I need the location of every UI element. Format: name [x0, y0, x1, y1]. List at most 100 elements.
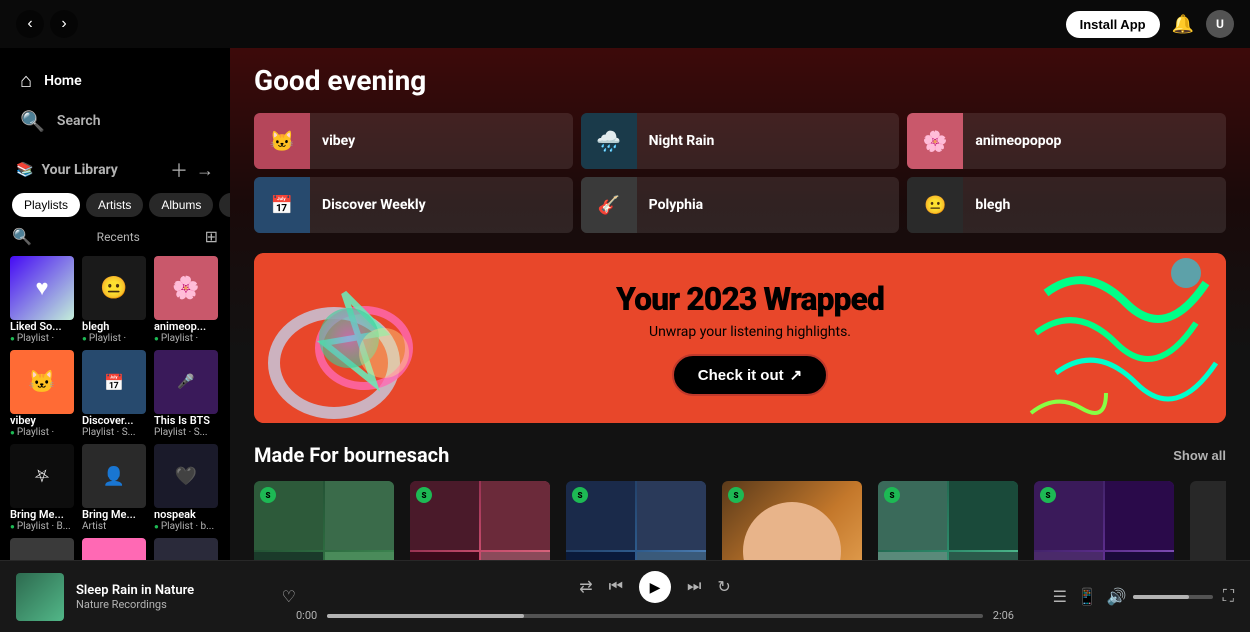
main-layout: ⌂ Home 🔍 Search 📚 Your Library ＋ → Playl…: [0, 48, 1250, 560]
bringme1-name: Bring Me...: [10, 508, 76, 521]
filter-artists[interactable]: Artists: [86, 193, 143, 217]
main-content: Good evening 🐱 vibey 🌧️ Night Rain 🌸 ani…: [230, 48, 1250, 560]
library-item-blegh[interactable]: 😐 blegh ●Playlist ·: [82, 256, 148, 344]
bell-icon[interactable]: 🔔: [1172, 14, 1194, 35]
nospeak-name: nospeak: [154, 508, 220, 521]
mix-card-1[interactable]: S Daily Mix 1 Daily Mix 1 Chaos, Atlanti…: [254, 481, 394, 560]
sidebar-item-search[interactable]: 🔍 Search: [16, 101, 214, 141]
quick-link-nightrain[interactable]: 🌧️ Night Rain: [581, 113, 900, 169]
spotify-badge-4: S: [728, 487, 744, 503]
library-expand-button[interactable]: →: [196, 157, 214, 183]
library-header: 📚 Your Library ＋ →: [0, 149, 230, 187]
bringme2-name: Bring Me...: [82, 508, 148, 521]
library-search-icon[interactable]: 🔍: [12, 227, 32, 246]
liked-songs-name: Liked So...: [10, 320, 76, 333]
library-item-bringme2[interactable]: 👤 Bring Me... Artist: [82, 444, 148, 532]
bts-sub: Playlist · S...: [154, 427, 220, 438]
quick-link-polyphia[interactable]: 🎸 Polyphia: [581, 177, 900, 233]
top-bar-left: ‹ ›: [16, 10, 78, 38]
next-button[interactable]: ⏭: [687, 578, 701, 596]
vibey-thumb: 🐱: [10, 350, 74, 414]
avatar[interactable]: U: [1206, 10, 1234, 38]
bringme2-thumb: 👤: [82, 444, 146, 508]
anime-thumb: 🌸: [154, 256, 218, 320]
library-label: Your Library: [41, 162, 117, 178]
mix-card-4[interactable]: S Daily Mix 4 Daily Mix 4 Bilal, Polyphi…: [722, 481, 862, 560]
volume-icon[interactable]: 🔊: [1107, 587, 1127, 607]
player-bar: Sleep Rain in Nature Nature Recordings ♡…: [0, 560, 1250, 632]
v-thumb: 👤: [154, 538, 218, 560]
install-app-button[interactable]: Install App: [1066, 11, 1160, 38]
sidebar-search-label: Search: [57, 113, 101, 129]
quick-link-blegh[interactable]: 😐 blegh: [907, 177, 1226, 233]
show-all-button[interactable]: Show all: [1173, 448, 1226, 463]
wrapped-art-left: [254, 253, 474, 423]
volume-track[interactable]: [1133, 595, 1213, 599]
nav-forward-button[interactable]: ›: [50, 10, 78, 38]
library-add-button[interactable]: ＋: [170, 157, 188, 183]
sidebar-nav: ⌂ Home 🔍 Search: [0, 48, 230, 149]
spotify-badge-2: S: [416, 487, 432, 503]
library-item-gemini[interactable]: ♊ GEMINI: [82, 538, 148, 560]
play-pause-button[interactable]: ▶: [639, 571, 671, 603]
library-item-vibey[interactable]: 🐱 vibey ●Playlist ·: [10, 350, 76, 438]
prev-button[interactable]: ⏮: [609, 578, 623, 596]
mix-card-radar[interactable]: ReleaseRadar Release Radar Catch all the…: [1190, 481, 1226, 560]
nav-back-button[interactable]: ‹: [16, 10, 44, 38]
filter-playlists[interactable]: Playlists: [12, 193, 80, 217]
liked-songs-thumb: ♥: [10, 256, 74, 320]
gemini-thumb: ♊: [82, 538, 146, 560]
quick-link-anime[interactable]: 🌸 animeopopop: [907, 113, 1226, 169]
quick-link-discover[interactable]: 📅 Discover Weekly: [254, 177, 573, 233]
external-link-icon: ↗: [790, 366, 803, 384]
search-icon: 🔍: [20, 109, 45, 133]
library-item-liked[interactable]: ♥ Liked So... ●Playlist ·: [10, 256, 76, 344]
quick-link-vibey[interactable]: 🐱 vibey: [254, 113, 573, 169]
like-track-button[interactable]: ♡: [282, 587, 296, 607]
filter-chips: Playlists Artists Albums Pod... ›: [0, 187, 230, 223]
wrapped-banner[interactable]: Your 2023 Wrapped Unwrap your listening …: [254, 253, 1226, 423]
progress-bar: 0:00 2:06: [296, 609, 1014, 622]
track-artist: Nature Recordings: [76, 598, 270, 611]
sidebar-item-home[interactable]: ⌂ Home: [16, 60, 214, 101]
shuffle-button[interactable]: ⇄: [579, 577, 592, 597]
anime-quick-thumb: 🌸: [907, 113, 963, 169]
progress-track[interactable]: [327, 614, 983, 618]
library-actions: ＋ →: [170, 157, 214, 183]
repeat-button[interactable]: ↻: [717, 577, 730, 597]
library-item-bringme1[interactable]: ⛧ Bring Me... ●Playlist · B...: [10, 444, 76, 532]
library-item-bts[interactable]: 🎤 This Is BTS Playlist · S...: [154, 350, 220, 438]
library-item-nothing[interactable]: 🎸 Nothing: [10, 538, 76, 560]
library-item-anime[interactable]: 🌸 animeop... ●Playlist ·: [154, 256, 220, 344]
mix-card-2[interactable]: S Daily Mix 2 Daily Mix 2 Bring Me The H…: [410, 481, 550, 560]
filter-podcasts[interactable]: Pod...: [219, 193, 230, 217]
your-library-title[interactable]: 📚 Your Library: [16, 162, 118, 178]
spotify-badge-3: S: [572, 487, 588, 503]
fullscreen-button[interactable]: ⛶: [1223, 588, 1234, 606]
queue-button[interactable]: ☰: [1053, 587, 1067, 607]
wrapped-center: Your 2023 Wrapped Unwrap your listening …: [474, 280, 1026, 396]
wrapped-subtitle: Unwrap your listening highlights.: [649, 324, 851, 340]
recents-label[interactable]: Recents: [97, 230, 140, 244]
vibey-name: vibey: [10, 414, 76, 427]
check-it-out-button[interactable]: Check it out ↗: [672, 354, 828, 396]
grid-view-icon[interactable]: ⊞: [205, 227, 218, 246]
time-total: 2:06: [993, 609, 1014, 622]
library-item-nospeak[interactable]: 🖤 nospeak ●Playlist · b...: [154, 444, 220, 532]
mix5-thumb: S Daily Mix 5: [878, 481, 1018, 560]
polyphia-quick-label: Polyphia: [637, 197, 716, 213]
mix-card-6[interactable]: S Daily Mix 6 Daily Mix 6 Daisy, Purple,…: [1034, 481, 1174, 560]
made-for-title: Made For bournesach: [254, 443, 449, 467]
discover-thumb: 📅: [82, 350, 146, 414]
filter-albums[interactable]: Albums: [149, 193, 213, 217]
library-item-v[interactable]: 👤 V: [154, 538, 220, 560]
library-item-discover[interactable]: 📅 Discover... Playlist · S...: [82, 350, 148, 438]
bringme2-sub: Artist: [82, 521, 148, 532]
mix-card-5[interactable]: S Daily Mix 5 Daily Mix 5 Helsen, bvb, Y…: [878, 481, 1018, 560]
mix-card-3[interactable]: S Daily Mix 3 Daily Mix 3 THE BOYZ, IU, …: [566, 481, 706, 560]
vibey-quick-label: vibey: [310, 133, 367, 149]
mix6-thumb: S Daily Mix 6: [1034, 481, 1174, 560]
devices-button[interactable]: 📱: [1077, 587, 1097, 607]
mix3-thumb: S Daily Mix 3: [566, 481, 706, 560]
now-playing: Sleep Rain in Nature Nature Recordings ♡: [16, 573, 296, 621]
